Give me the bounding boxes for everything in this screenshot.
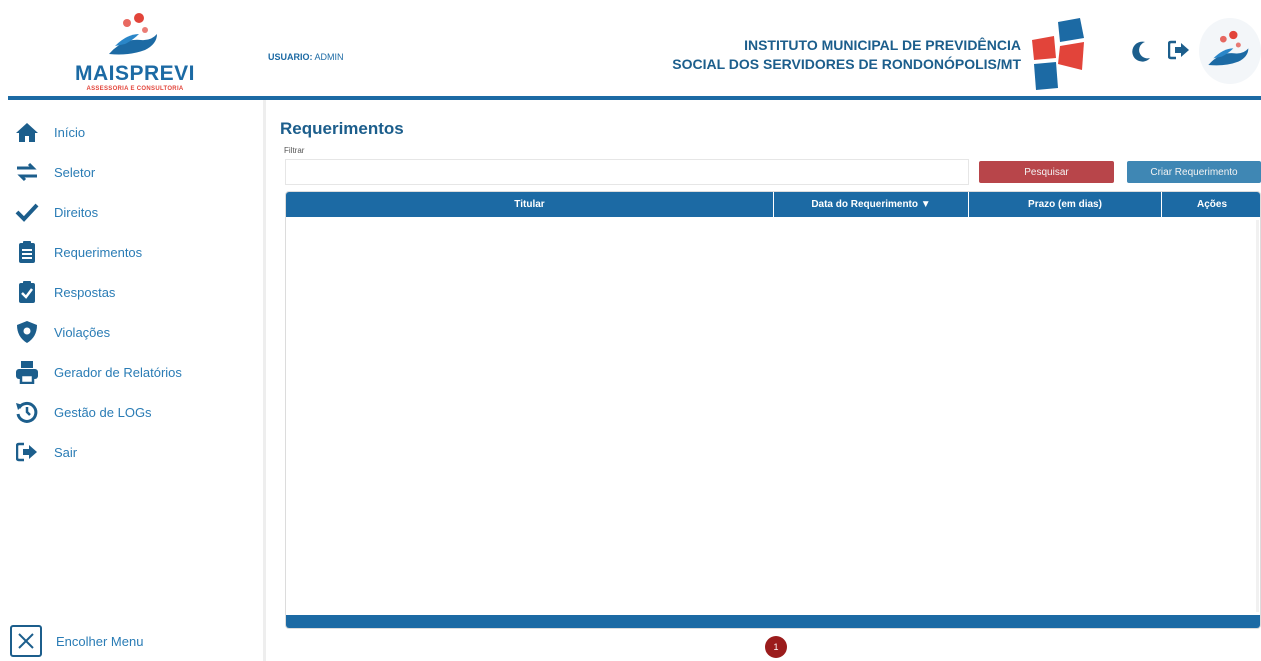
exchange-icon bbox=[14, 160, 40, 184]
sidebar-item-label: Gestão de LOGs bbox=[54, 404, 152, 420]
institute-line1: INSTITUTO MUNICIPAL DE PREVIDÊNCIA bbox=[744, 37, 1021, 53]
check-icon bbox=[14, 200, 40, 224]
avatar-logo-icon bbox=[1208, 30, 1249, 66]
institute-line2: SOCIAL DOS SERVIDORES DE RONDONÓPOLIS/MT bbox=[672, 56, 1021, 72]
sidebar-item-inicio[interactable]: Início bbox=[14, 118, 254, 146]
collapse-menu-button[interactable]: Encolher Menu bbox=[10, 625, 143, 657]
printer-icon bbox=[14, 360, 40, 384]
sidebar-item-seletor[interactable]: Seletor bbox=[14, 158, 254, 186]
institute-logo-icon bbox=[1032, 18, 1084, 90]
brand-logo[interactable]: MAISPREVI ASSESSORIA E CONSULTORIA bbox=[60, 10, 210, 94]
home-icon bbox=[14, 120, 40, 144]
table-footer bbox=[286, 615, 1260, 628]
sidebar-item-label: Violações bbox=[54, 324, 111, 340]
sidebar-item-violacoes[interactable]: Violações bbox=[14, 318, 254, 346]
moon-icon[interactable] bbox=[1130, 40, 1152, 62]
user-info: USUARIO: ADMIN bbox=[268, 52, 344, 62]
sidebar-item-respostas[interactable]: Respostas bbox=[14, 278, 254, 306]
filter-input[interactable] bbox=[285, 159, 969, 185]
sidebar-item-gerador-relatorios[interactable]: Gerador de Relatórios bbox=[14, 358, 254, 386]
shield-icon bbox=[14, 320, 40, 344]
search-button[interactable]: Pesquisar bbox=[979, 161, 1114, 183]
brand-logo-icon bbox=[109, 13, 157, 55]
requests-table: Titular Data do Requerimento ▼ Prazo (em… bbox=[285, 191, 1261, 629]
avatar[interactable] bbox=[1199, 18, 1261, 84]
close-icon bbox=[10, 625, 42, 657]
clipboard-check-icon bbox=[14, 280, 40, 304]
sidebar: Início Seletor Direitos Requerimentos Re… bbox=[0, 100, 266, 661]
page-title: Requerimentos bbox=[280, 119, 404, 138]
column-header-data-requerimento[interactable]: Data do Requerimento ▼ bbox=[774, 192, 969, 217]
sidebar-item-label: Gerador de Relatórios bbox=[54, 364, 182, 380]
column-header-titular[interactable]: Titular bbox=[286, 192, 774, 217]
pagination-page-button[interactable]: 1 bbox=[765, 636, 787, 658]
sidebar-item-requerimentos[interactable]: Requerimentos bbox=[14, 238, 254, 266]
sidebar-item-label: Sair bbox=[54, 444, 78, 460]
sidebar-item-label: Respostas bbox=[54, 284, 116, 300]
sidebar-item-direitos[interactable]: Direitos bbox=[14, 198, 254, 226]
table-scrollbar[interactable] bbox=[1256, 220, 1259, 612]
create-request-button[interactable]: Criar Requerimento bbox=[1127, 161, 1261, 183]
user-name: ADMIN bbox=[314, 52, 344, 62]
table-body bbox=[286, 217, 1260, 616]
collapse-menu-label: Encolher Menu bbox=[56, 633, 144, 649]
brand-name: MAISPREVI bbox=[74, 62, 196, 85]
sidebar-item-label: Seletor bbox=[54, 164, 96, 180]
institute-title: INSTITUTO MUNICIPAL DE PREVIDÊNCIA SOCIA… bbox=[601, 36, 1021, 74]
logout-icon[interactable] bbox=[1168, 40, 1190, 60]
sidebar-item-label: Início bbox=[54, 124, 86, 140]
sign-out-icon bbox=[14, 440, 40, 464]
history-icon bbox=[14, 400, 40, 424]
clipboard-list-icon bbox=[14, 240, 40, 264]
sidebar-item-label: Direitos bbox=[54, 204, 99, 220]
sidebar-item-sair[interactable]: Sair bbox=[14, 438, 254, 466]
sidebar-item-gestao-logs[interactable]: Gestão de LOGs bbox=[14, 398, 254, 426]
filter-label: Filtrar bbox=[284, 146, 305, 155]
table-header: Titular Data do Requerimento ▼ Prazo (em… bbox=[286, 192, 1260, 217]
column-header-acoes[interactable]: Ações bbox=[1162, 192, 1260, 217]
brand-tagline: ASSESSORIA E CONSULTORIA bbox=[86, 86, 184, 92]
top-header: MAISPREVI ASSESSORIA E CONSULTORIA USUAR… bbox=[0, 0, 1261, 99]
sidebar-item-label: Requerimentos bbox=[54, 244, 143, 260]
column-header-prazo[interactable]: Prazo (em dias) bbox=[969, 192, 1162, 217]
user-label: USUARIO: bbox=[268, 52, 313, 62]
